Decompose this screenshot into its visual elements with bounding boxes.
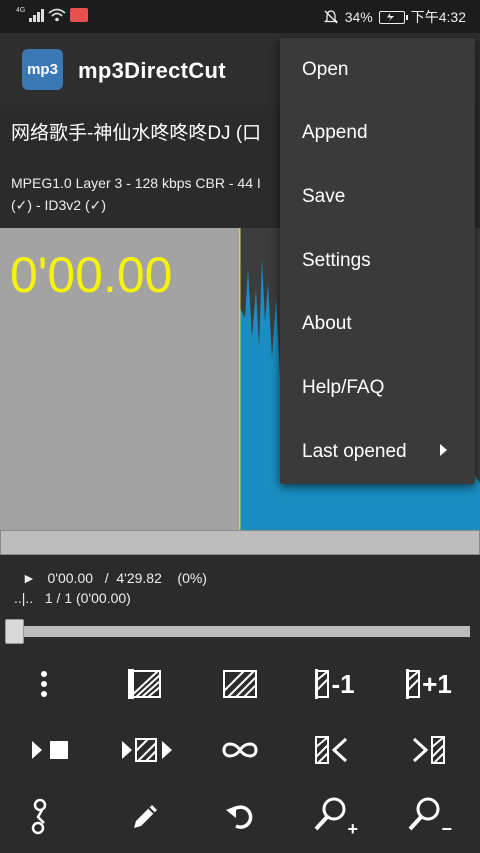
toolbar-row-3: + − [0,788,480,844]
zoom-out-button[interactable]: − [400,788,456,844]
app-logo: mp3 [22,49,63,90]
segment-readout: ..|.. 1 / 1 (0'00.00) [14,590,131,606]
cut-minus-one-label: -1 [331,668,355,699]
go-to-start-icon [315,736,348,764]
menu-item-last-opened[interactable]: Last opened [280,420,475,483]
play-stop-button[interactable] [24,722,80,778]
undo-button[interactable] [212,788,268,844]
play-stop-icon [32,741,68,759]
undo-icon [226,805,253,829]
split-button[interactable] [14,788,70,844]
menu-item-label: Save [302,185,346,207]
status-left: 4G [16,6,89,22]
position-slider-track[interactable] [8,626,470,637]
cut-minus-one-button[interactable]: -1 [306,656,364,712]
menu-item-label: Settings [302,249,371,271]
format-info: MPEG1.0 Layer 3 - 128 kbps CBR - 44 I (✓… [11,172,301,216]
menu-item-open[interactable]: Open [280,38,475,101]
format-line-1: MPEG1.0 Layer 3 - 128 kbps CBR - 44 I [11,175,261,191]
play-selection-button[interactable] [118,722,178,778]
select-all-button[interactable] [212,656,268,712]
wifi-icon [48,8,66,22]
notification-app-icon [70,8,89,22]
more-vertical-icon [41,671,47,697]
app-logo-text: mp3 [27,61,58,78]
toolbar-row-1: -1 +1 [0,656,480,712]
menu-item-save[interactable]: Save [280,165,475,228]
zoom-in-sign: + [347,819,358,839]
menu-item-label: About [302,313,352,335]
menu-item-append[interactable]: Append [280,102,475,165]
loop-button[interactable] [212,722,268,778]
zoom-out-sign: − [441,819,452,839]
menu-item-label: Help/FAQ [302,377,385,398]
zoom-in-button[interactable]: + [306,788,362,844]
go-to-start-button[interactable] [304,722,360,778]
menu-item-label: Open [302,58,349,80]
select-left-button[interactable] [118,656,174,712]
menu-item-about[interactable]: About [280,293,475,356]
cut-plus-one-button[interactable]: +1 [400,656,458,712]
position-readout: ► 0'00.00 / 4'29.82 (0%) [22,570,207,586]
status-right: 34% 下午4:32 [323,7,466,27]
app-title: mp3DirectCut [78,58,226,83]
edit-button[interactable] [118,788,174,844]
split-icon [31,798,47,835]
cut-plus-one-icon [406,669,421,699]
battery-icon [378,10,408,24]
more-options-button[interactable] [16,656,72,712]
edit-pencil-icon [134,805,157,828]
signal-icon [29,8,45,22]
menu-item-label: Last opened [302,440,407,462]
status-bar: 4G 34% 下午4:32 [0,0,480,33]
menu-item-label: Append [302,122,368,144]
menu-item-settings[interactable]: Settings [280,229,475,292]
network-type-label: 4G [16,6,26,14]
menu-item-help[interactable]: Help/FAQ [280,357,475,420]
overflow-menu: Open Append Save Settings About Help/FAQ… [280,38,475,484]
select-all-icon [223,670,257,698]
loop-icon [222,742,258,758]
submenu-arrow-icon [440,444,447,457]
bell-off-icon [323,10,338,24]
track-title: 网络歌手-神仙水咚咚咚DJ (口 [11,123,262,144]
select-left-icon [128,669,161,699]
format-line-2: (✓) - ID3v2 (✓) [11,197,107,213]
clock: 下午4:32 [410,9,466,25]
go-to-end-icon [412,736,445,764]
play-selection-icon [122,738,172,762]
go-to-end-button[interactable] [400,722,456,778]
battery-percent: 34% [344,9,373,25]
overview-bar[interactable] [0,530,480,555]
cut-plus-one-label: +1 [422,668,452,699]
current-time-display: 0'00.00 [10,247,173,303]
position-slider-thumb[interactable] [5,619,24,644]
toolbar-row-2 [0,722,480,778]
cut-minus-one-icon [315,669,330,699]
